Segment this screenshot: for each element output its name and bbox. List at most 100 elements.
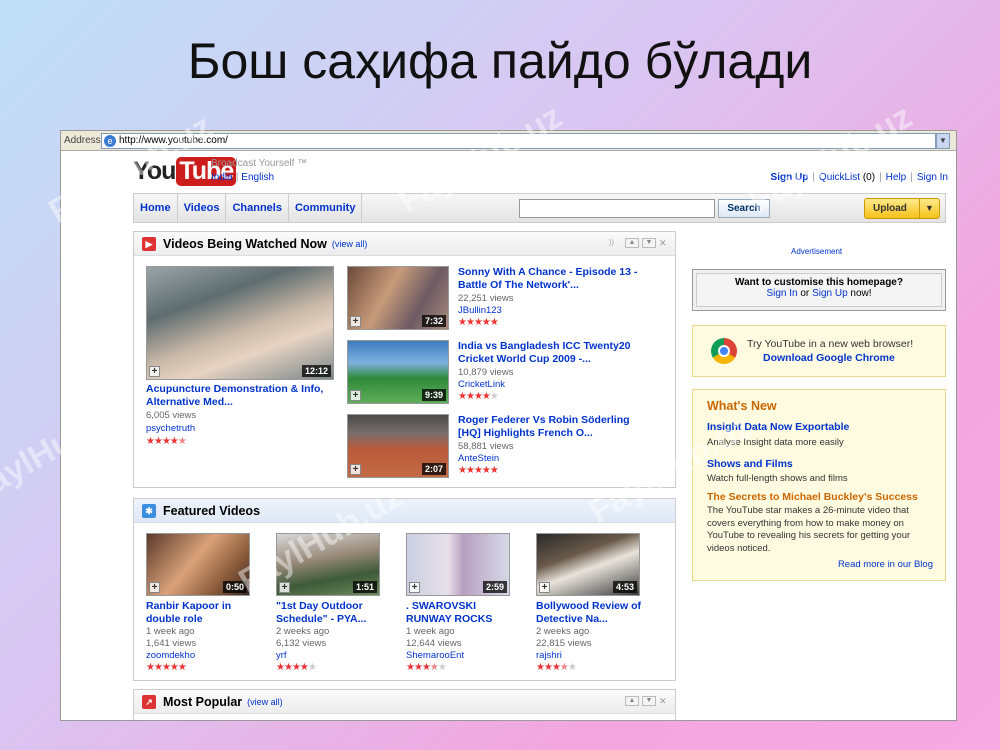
nav-bar: Home Videos Channels Community Search Up… [133,193,946,223]
language-link[interactable]: English [241,172,274,183]
chrome-promo[interactable]: Try YouTube in a new web browser! Downlo… [692,325,946,377]
most-popular-header: ↗ Most Popular (view all) ▲ ▼ ✕ [134,690,675,714]
star-full-icon: ★ [465,465,475,476]
user-links: Sign Up | QuickList (0) | Help | Sign In [770,172,948,183]
tab-channels[interactable]: Channels [226,194,289,222]
star-full-icon: ★ [299,662,309,673]
featured-user-3[interactable]: ShemarooEnt [406,650,464,662]
add-to-quicklist-icon[interactable]: + [409,582,420,593]
star-full-icon: ★ [536,662,545,673]
region-link[interactable]: India [211,172,233,183]
video-title-3[interactable]: Roger Federer Vs Robin Söderling [HQ] Hig… [458,414,630,440]
customise-links: Sign In or Sign Up now! [766,288,872,299]
video-thumbnail-3[interactable]: + 2:07 [347,414,449,478]
featured-thumbnail-4[interactable]: + 4:53 [536,533,640,596]
tab-home[interactable]: Home [134,194,178,222]
watched-now-view-all[interactable]: (view all) [332,239,368,249]
upload-label: Upload [873,203,907,214]
add-to-quicklist-icon[interactable]: + [149,582,160,593]
chrome-logo-icon [711,338,737,364]
featured-user-2[interactable]: yrf [276,650,287,662]
upload-dropdown-icon[interactable]: ▼ [919,199,939,218]
star-half-icon: ★ [177,436,187,447]
slide-title: Бош саҳифа пайдо бўлади [187,33,813,89]
most-popular-view-all[interactable]: (view all) [247,697,283,707]
add-to-quicklist-icon[interactable]: + [539,582,550,593]
star-full-icon: ★ [283,662,293,673]
add-to-quicklist-icon[interactable]: + [350,390,361,401]
featured-rating-2: ★★★★★ [276,662,317,673]
sign-in-link[interactable]: Sign In [917,172,948,183]
featured-user-4[interactable]: rajshri [536,650,562,662]
star-full-icon: ★ [169,662,179,673]
most-popular-panel: ↗ Most Popular (view all) ▲ ▼ ✕ [133,689,676,720]
add-to-quicklist-icon[interactable]: + [350,464,361,475]
star-full-icon: ★ [276,662,285,673]
star-full-icon: ★ [473,391,483,402]
main-video-title[interactable]: Acupuncture Demonstration & Info, Alterna… [146,383,323,409]
featured-views-2: 6,132 views [276,638,327,649]
watched-now-title: Videos Being Watched Now [163,236,327,251]
address-bar: Address e http://www.youtube.com/ ▼ [61,131,956,151]
star-empty-icon: ★ [489,391,499,402]
collapse-up-icon[interactable]: ▲ [625,696,639,706]
featured-user-1[interactable]: zoomdekho [146,650,195,662]
tab-community[interactable]: Community [289,194,363,222]
chrome-promo-text: Try YouTube in a new web browser! [747,338,914,350]
featured-rating-1: ★★★★★ [146,662,187,673]
featured-thumbnail-2[interactable]: + 1:51 [276,533,380,596]
rss-icon[interactable]: )) [609,238,614,248]
upload-button[interactable]: Upload ▼ [864,198,940,219]
add-to-quicklist-icon[interactable]: + [149,366,160,377]
address-dropdown-icon[interactable]: ▼ [936,132,950,149]
featured-title-1[interactable]: Ranbir Kapoor in double role [146,600,231,626]
video-user-3[interactable]: AnteStein [458,453,499,465]
add-to-quicklist-icon[interactable]: + [350,316,361,327]
address-input[interactable]: e http://www.youtube.com/ [101,132,936,149]
most-popular-icon: ↗ [142,694,156,709]
close-icon[interactable]: ✕ [659,696,669,706]
video-rating-3: ★★★★★ [458,465,499,476]
star-full-icon: ★ [481,317,491,328]
news-headline-1[interactable]: Insight Data Now Exportable [707,421,849,433]
main-video-user[interactable]: psychetruth [146,423,195,435]
collapse-down-icon[interactable]: ▼ [642,696,656,706]
featured-title-2[interactable]: "1st Day Outdoor Schedule" - PYA... [276,600,366,626]
customise-sign-up-link[interactable]: Sign Up [812,288,848,299]
video-title-2[interactable]: India vs Bangladesh ICC Twenty20 Cricket … [458,340,631,366]
customise-sign-in-link[interactable]: Sign In [766,288,797,299]
sign-up-link[interactable]: Sign Up [771,172,809,183]
star-half-icon: ★ [429,662,439,673]
video-user-1[interactable]: JBullin123 [458,305,502,317]
search-input[interactable] [519,199,715,218]
video-duration: 4:53 [612,581,637,593]
add-to-quicklist-icon[interactable]: + [279,582,290,593]
featured-thumbnail-1[interactable]: + 0:50 [146,533,250,596]
most-popular-title: Most Popular [163,694,243,709]
collapse-down-icon[interactable]: ▼ [642,238,656,248]
tab-videos[interactable]: Videos [178,194,227,222]
featured-videos-header: ✱ Featured Videos [134,499,675,523]
collapse-up-icon[interactable]: ▲ [625,238,639,248]
quicklist-link[interactable]: QuickList [819,172,860,183]
video-thumbnail-2[interactable]: + 9:39 [347,340,449,404]
featured-thumbnail-3[interactable]: + 2:59 [406,533,510,596]
close-icon[interactable]: ✕ [659,238,669,248]
star-full-icon: ★ [473,317,483,328]
featured-title-4[interactable]: Bollywood Review of Detective Na... [536,600,641,626]
video-views-3: 58,881 views [458,441,514,452]
download-chrome-link[interactable]: Download Google Chrome [763,352,895,364]
star-full-icon: ★ [177,662,187,673]
search-button[interactable]: Search [718,199,770,218]
news-headline-3[interactable]: The Secrets to Michael Buckley's Success [707,491,918,503]
help-link[interactable]: Help [886,172,907,183]
read-more-blog-link[interactable]: Read more in our Blog [838,559,933,570]
star-full-icon: ★ [481,391,491,402]
video-thumbnail-1[interactable]: + 7:32 [347,266,449,330]
featured-title-3[interactable]: . SWAROVSKI RUNWAY ROCKS [406,600,492,626]
main-video-thumbnail[interactable]: + 12:12 [146,266,334,380]
featured-views-1: 1,641 views [146,638,197,649]
news-headline-2[interactable]: Shows and Films [707,458,793,470]
video-user-2[interactable]: CricketLink [458,379,505,391]
video-title-1[interactable]: Sonny With A Chance - Episode 13 - Battle… [458,266,637,292]
